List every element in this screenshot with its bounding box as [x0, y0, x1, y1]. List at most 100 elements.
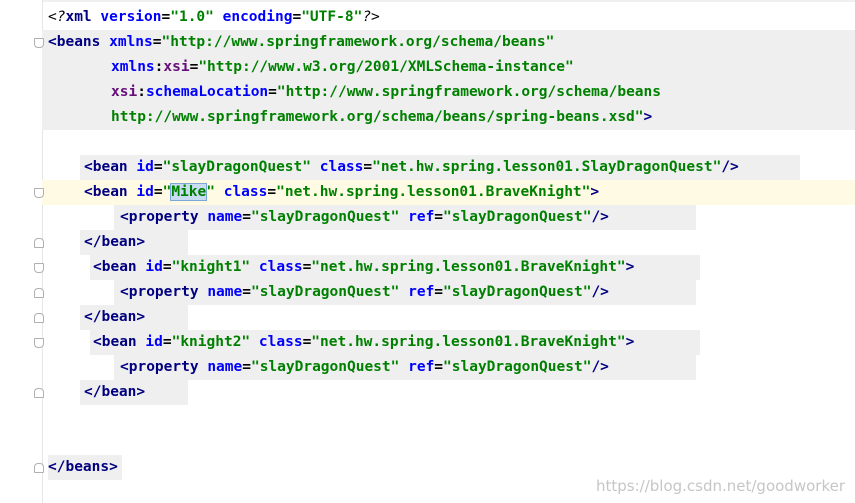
- code-token: id: [136, 184, 154, 200]
- code-token: "http://www.w3.org/2001/XMLSchema-instan…: [198, 59, 574, 75]
- code-line[interactable]: <bean id="knight2" class="net.hw.spring.…: [42, 330, 855, 355]
- code-token: ref: [399, 284, 435, 300]
- code-token: id: [136, 159, 154, 175]
- code-text: <property name="slayDragonQuest" ref="sl…: [120, 280, 609, 305]
- code-token: ref: [399, 359, 435, 375]
- code-editor[interactable]: <?xml version="1.0" encoding="UTF-8"?> <b…: [42, 0, 855, 503]
- code-token: class: [250, 334, 303, 350]
- fold-marker-icon[interactable]: [34, 313, 44, 323]
- code-token: "net.hw.spring.lesson01.BraveKnight": [311, 334, 626, 350]
- code-token: =: [302, 259, 312, 275]
- code-line[interactable]: [42, 405, 855, 430]
- code-line[interactable]: </bean>: [42, 380, 855, 405]
- code-token: encoding: [213, 9, 293, 25]
- watermark: https://blog.csdn.net/goodworker: [595, 477, 845, 495]
- code-token: =: [153, 159, 163, 175]
- code-text: <bean id="Mike" class="net.hw.spring.les…: [84, 180, 599, 205]
- fold-marker-icon[interactable]: [34, 338, 44, 348]
- code-token: />: [591, 284, 609, 300]
- code-token: =: [152, 34, 162, 50]
- code-token: />: [591, 209, 609, 225]
- code-token: "net.hw.spring.lesson01.BraveKnight": [311, 259, 626, 275]
- code-token: <property: [120, 209, 208, 225]
- code-token: =: [292, 9, 302, 25]
- code-token: name: [207, 284, 243, 300]
- code-text: </bean>: [84, 305, 145, 330]
- code-token: xsi: [111, 84, 138, 100]
- code-token: =: [267, 184, 277, 200]
- code-token: "net.hw.spring.lesson01.BraveKnight": [276, 184, 591, 200]
- code-text: <bean id="slayDragonQuest" class="net.hw…: [84, 155, 739, 180]
- code-token: "http://www.springframework.org/schema/b…: [276, 84, 661, 100]
- code-line[interactable]: [42, 430, 855, 455]
- code-token: <property: [120, 359, 208, 375]
- code-token: =: [242, 284, 251, 300]
- code-text: <bean id="knight2" class="net.hw.spring.…: [93, 330, 634, 355]
- code-token: xmlns: [109, 34, 153, 50]
- fold-marker-icon[interactable]: [34, 263, 44, 273]
- code-line[interactable]: <property name="slayDragonQuest" ref="sl…: [42, 355, 855, 380]
- code-line[interactable]: <bean id="slayDragonQuest" class="net.hw…: [42, 155, 855, 180]
- code-line[interactable]: [42, 130, 855, 155]
- code-token: =: [268, 84, 277, 100]
- code-token: "slayDragonQuest": [250, 209, 400, 225]
- code-token: http://www.springframework.org/schema/be…: [111, 109, 644, 125]
- code-token: =: [434, 209, 444, 225]
- fold-marker-icon[interactable]: [34, 188, 44, 198]
- code-token: "slayDragonQuest": [443, 284, 592, 300]
- code-token: =: [161, 9, 171, 25]
- code-token: "slayDragonQuest": [250, 359, 400, 375]
- code-token: <property: [120, 284, 208, 300]
- code-token: name: [207, 209, 243, 225]
- selected-text: Mike: [170, 183, 208, 201]
- fold-marker-icon[interactable]: [34, 238, 44, 248]
- code-line[interactable]: <property name="slayDragonQuest" ref="sl…: [42, 280, 855, 305]
- code-token: <bean: [84, 159, 137, 175]
- code-token: </bean>: [84, 309, 146, 325]
- code-token: ": [206, 184, 215, 200]
- fold-marker-icon[interactable]: [34, 388, 44, 398]
- code-token: :: [137, 84, 146, 100]
- code-token: "knight1": [171, 259, 251, 275]
- code-token: "slayDragonQuest": [443, 359, 592, 375]
- code-line[interactable]: http://www.springframework.org/schema/be…: [42, 105, 855, 130]
- code-token: "slayDragonQuest": [443, 209, 592, 225]
- code-token: "knight2": [171, 334, 251, 350]
- code-token: xml: [65, 9, 101, 25]
- code-token: id: [145, 259, 163, 275]
- code-line[interactable]: xmlns:xsi="http://www.w3.org/2001/XMLSch…: [42, 55, 855, 80]
- code-token: "net.hw.spring.lesson01.SlayDragonQuest": [372, 159, 722, 175]
- code-text: <property name="slayDragonQuest" ref="sl…: [120, 355, 609, 380]
- code-line[interactable]: </bean>: [42, 230, 855, 255]
- code-text: <?xml version="1.0" encoding="UTF-8"?>: [48, 5, 380, 30]
- code-token: <?: [48, 9, 66, 25]
- code-token: =: [153, 184, 163, 200]
- editor-gutter[interactable]: [0, 0, 43, 503]
- code-line[interactable]: </bean>: [42, 305, 855, 330]
- code-token: xmlns: [111, 59, 155, 75]
- code-token: =: [242, 209, 251, 225]
- code-token: </bean>: [84, 234, 146, 250]
- code-text: </bean>: [84, 230, 145, 255]
- code-token: name: [207, 359, 243, 375]
- code-token: >: [625, 259, 635, 275]
- code-token: <bean: [93, 259, 146, 275]
- code-token: </bean>: [84, 384, 146, 400]
- code-token: "slayDragonQuest": [250, 284, 400, 300]
- code-line[interactable]: <bean id="knight1" class="net.hw.spring.…: [42, 255, 855, 280]
- fold-marker-icon[interactable]: [34, 463, 44, 473]
- code-line[interactable]: <?xml version="1.0" encoding="UTF-8"?>: [42, 5, 855, 30]
- code-line[interactable]: <bean id="Mike" class="net.hw.spring.les…: [42, 180, 855, 205]
- code-token: >: [590, 184, 600, 200]
- code-text: http://www.springframework.org/schema/be…: [111, 105, 652, 130]
- code-token: ?>: [362, 9, 380, 25]
- code-line[interactable]: <beans xmlns="http://www.springframework…: [42, 30, 855, 55]
- fold-marker-icon[interactable]: [34, 38, 44, 48]
- code-token: class: [311, 159, 364, 175]
- code-line[interactable]: xsi:schemaLocation="http://www.springfra…: [42, 80, 855, 105]
- code-token: class: [214, 184, 268, 200]
- fold-marker-icon[interactable]: [34, 288, 44, 298]
- code-text: <property name="slayDragonQuest" ref="sl…: [120, 205, 609, 230]
- code-line[interactable]: <property name="slayDragonQuest" ref="sl…: [42, 205, 855, 230]
- code-text: <beans xmlns="http://www.springframework…: [48, 30, 554, 55]
